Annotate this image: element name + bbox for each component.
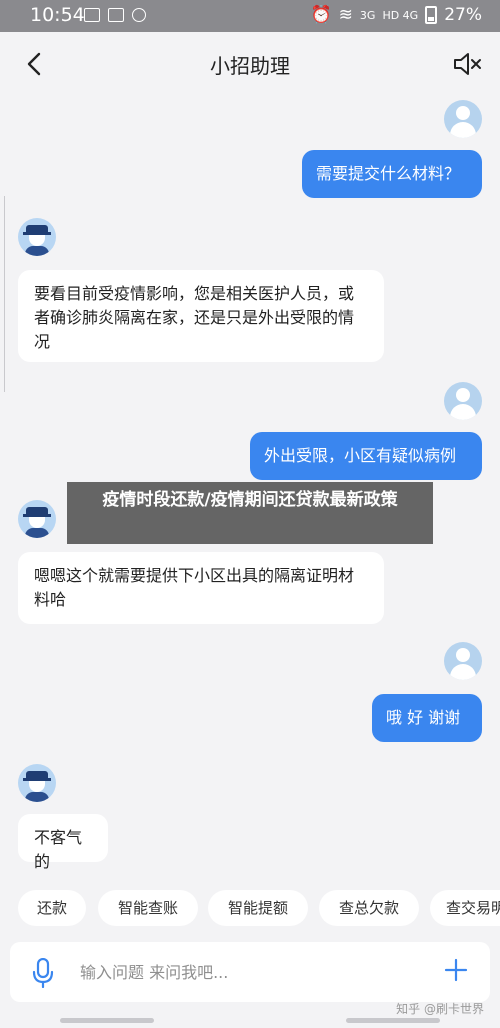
message-bubble-out: 需要提交什么材料？ xyxy=(302,150,482,198)
quick-reply-chip[interactable]: 查交易明细 xyxy=(430,890,500,926)
user-avatar xyxy=(444,382,482,420)
battery-percent: 27% xyxy=(444,5,482,25)
message-bubble-in: 不客气的 xyxy=(18,814,108,871)
quick-reply-bar: 还款 智能查账 智能提额 查总欠款 查交易明细 xyxy=(0,890,500,928)
quick-reply-chip[interactable]: 智能查账 xyxy=(98,890,198,926)
signal-4g-label: HD 4G xyxy=(382,8,419,22)
message-bubble-out: 哦 好 谢谢 xyxy=(372,694,482,742)
quick-reply-chip[interactable]: 还款 xyxy=(18,890,86,926)
message-bubble-in: 嗯嗯这个就需要提供下小区出具的隔离证明材料哈 xyxy=(18,552,384,624)
app-notification-icon xyxy=(108,8,124,22)
wifi-icon: ≋ xyxy=(338,5,353,25)
message-input[interactable] xyxy=(80,960,380,984)
assistant-avatar xyxy=(18,500,56,538)
assistant-avatar xyxy=(18,764,56,802)
message-bubble-in: 要看目前受疫情影响，您是相关医护人员，或者确诊肺炎隔离在家，还是只是外出受限的情… xyxy=(18,270,384,362)
scroll-edge xyxy=(0,196,5,392)
user-avatar xyxy=(444,642,482,680)
message-bubble-out: 外出受限，小区有疑似病例 xyxy=(250,432,482,480)
battery-icon xyxy=(425,6,438,24)
status-right: ⏰ ≋ 3G HD 4G 27% xyxy=(310,5,482,25)
notification-icons xyxy=(84,8,146,22)
user-avatar xyxy=(444,100,482,138)
quick-reply-chip[interactable]: 查总欠款 xyxy=(319,890,419,926)
status-bar: 10:54 ⏰ ≋ 3G HD 4G 27% xyxy=(0,0,500,32)
microphone-icon[interactable] xyxy=(32,958,54,988)
nav-indicator xyxy=(346,1018,440,1023)
alarm-icon: ⏰ xyxy=(310,5,332,25)
status-time: 10:54 xyxy=(30,4,85,26)
plus-icon[interactable] xyxy=(444,958,468,982)
speaker-mute-icon[interactable] xyxy=(452,50,482,78)
image-notification-icon xyxy=(84,8,100,22)
signal-3g-label: 3G xyxy=(359,8,376,22)
article-title-overlay: 疫情时段还款/疫情期间还贷款最新政策 xyxy=(67,482,433,544)
nav-indicator xyxy=(60,1018,154,1023)
quick-reply-chip[interactable]: 智能提额 xyxy=(208,890,308,926)
watermark-text: 知乎 @刷卡世界 xyxy=(396,1002,484,1016)
nav-bar: 小招助理 xyxy=(0,32,500,96)
page-title: 小招助理 xyxy=(210,54,290,78)
drop-notification-icon xyxy=(132,8,146,22)
assistant-avatar xyxy=(18,218,56,256)
input-bar xyxy=(10,942,490,1002)
